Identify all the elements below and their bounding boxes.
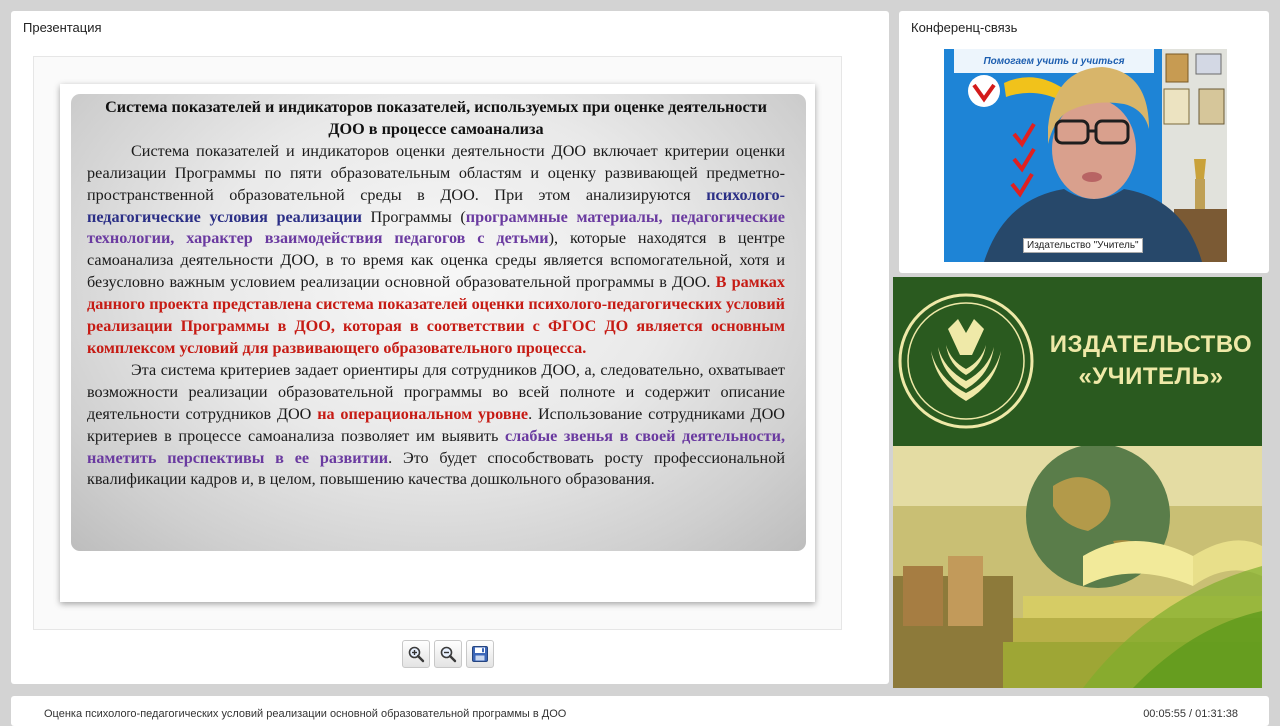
- slide: Система показателей и индикаторов показа…: [60, 84, 815, 602]
- poster-text: Помогаем учить и учиться: [983, 56, 1124, 67]
- presentation-panel: Презентация Система показателей и индика…: [11, 11, 889, 684]
- banner-header: ИЗДАТЕЛЬСТВО «УЧИТЕЛЬ»: [893, 277, 1262, 446]
- slide-paragraph-1: Система показателей и индикаторов оценки…: [87, 141, 785, 360]
- playback-time: 00:05:55 / 01:31:38: [1143, 708, 1238, 720]
- slide-viewport[interactable]: Система показателей и индикаторов показа…: [33, 56, 842, 630]
- zoom-in-icon: [408, 646, 425, 663]
- publisher-name-line2: «УЧИТЕЛЬ»: [1078, 363, 1224, 390]
- speaker-video-icon: Помогаем учить и учиться: [944, 49, 1227, 262]
- publisher-banner: ИЗДАТЕЛЬСТВО «УЧИТЕЛЬ»: [893, 277, 1262, 688]
- banner-image: [893, 444, 1262, 688]
- conference-panel: Конференц-связь Помогаем учить и учиться: [899, 11, 1269, 273]
- zoom-out-button[interactable]: [434, 640, 462, 668]
- publisher-logo-icon: [898, 293, 1034, 429]
- zoom-in-button[interactable]: [402, 640, 430, 668]
- save-icon: [472, 646, 488, 662]
- books-globe-icon: [893, 444, 1262, 688]
- presentation-panel-title: Презентация: [23, 20, 102, 35]
- save-button[interactable]: [466, 640, 494, 668]
- speaker-name-label: Издательство "Учитель": [1023, 238, 1143, 253]
- publisher-name-line1: ИЗДАТЕЛЬСТВО: [1049, 331, 1253, 358]
- video-feed[interactable]: Помогаем учить и учиться Издательство "У…: [944, 49, 1227, 262]
- slide-paragraph-2: Эта система критериев задает ориентиры д…: [87, 360, 785, 491]
- text-span: Программы (: [361, 207, 466, 226]
- zoom-out-icon: [440, 646, 457, 663]
- conference-panel-title: Конференц-связь: [911, 20, 1018, 35]
- publisher-name: ИЗДАТЕЛЬСТВО «УЧИТЕЛЬ»: [1043, 329, 1259, 393]
- webinar-title: Оценка психолого-педагогических условий …: [44, 708, 567, 720]
- footer-bar: Оценка психолого-педагогических условий …: [11, 696, 1269, 726]
- text-span: Система показателей и индикаторов оценки…: [87, 141, 785, 204]
- slide-title: Система показателей и индикаторов показа…: [105, 98, 767, 138]
- slide-content-box: Система показателей и индикаторов показа…: [71, 94, 806, 551]
- slide-toolbar: [402, 640, 494, 670]
- highlight-operational: на операциональном уровне: [317, 404, 529, 423]
